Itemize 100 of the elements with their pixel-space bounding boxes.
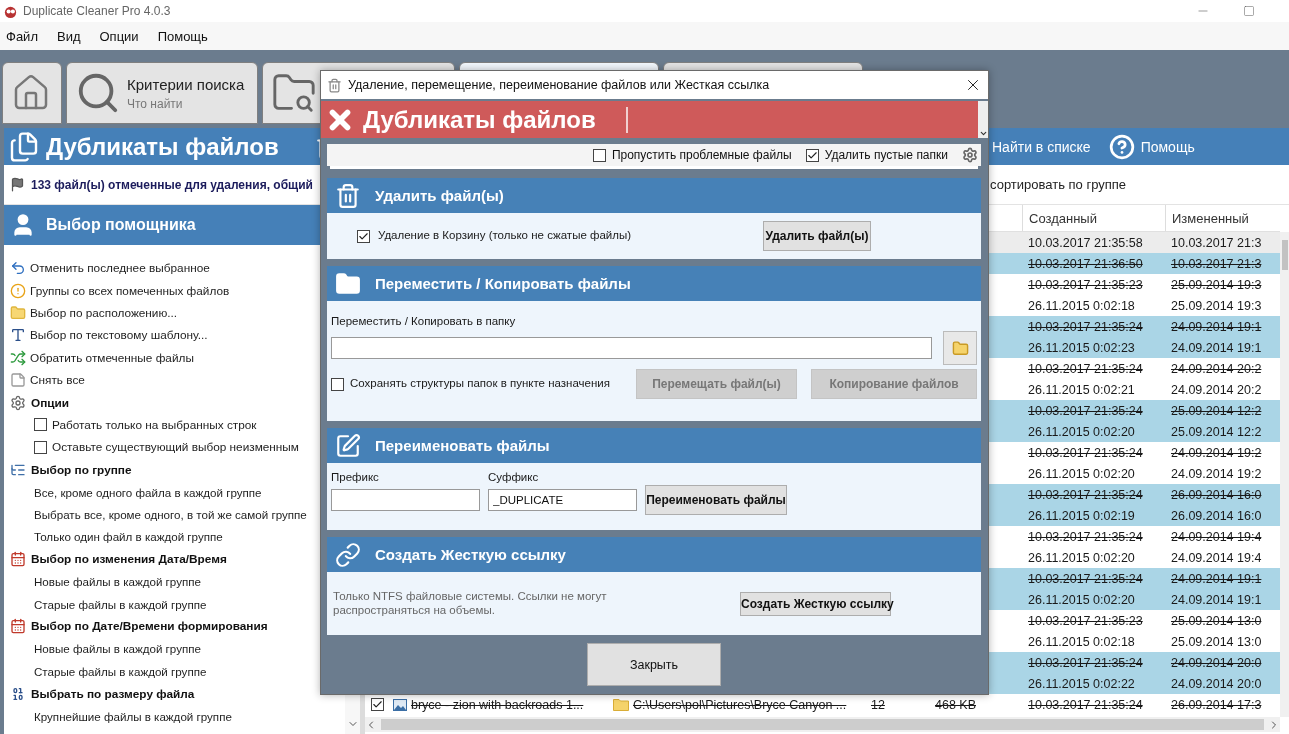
table-cell: 10.03.2017 21:35:24	[1028, 697, 1143, 712]
table-cell: 25.09.2014 19:3	[1171, 277, 1262, 292]
column-header[interactable]: Созданный	[1022, 205, 1165, 231]
table-cell: 24.09.2014 20:0	[1171, 655, 1262, 670]
dialog-title: Удаление, перемещение, переименование файлов или Жесткая ссылка	[348, 78, 770, 92]
checkbox[interactable]	[371, 698, 384, 711]
column-header[interactable]: Измененный	[1165, 205, 1280, 231]
group-heading: Выбор по изменения Дата/Время	[31, 552, 227, 567]
table-cell: 10.03.2017 21:3	[1171, 256, 1262, 271]
table-cell: 12	[871, 697, 885, 712]
assistant-option[interactable]: Старые файлы в каждой группе	[34, 597, 207, 611]
menu-item[interactable]: Опции	[99, 28, 139, 44]
note-text: Только NTFS файловые системы. Ссылки не могут распространяться на объемы.	[333, 590, 608, 617]
assistant-item[interactable]: Снять все	[10, 372, 85, 389]
table-cell: 24.09.2014 20:2	[1171, 361, 1262, 376]
section-title: Переместить / Копировать файлы	[375, 275, 631, 292]
settings-icon	[10, 394, 26, 411]
table-cell: 10.03.2017 21:35:24	[1028, 529, 1143, 544]
maximize-icon	[1243, 5, 1255, 17]
tab[interactable]: Критерии поиска Что найти	[66, 62, 258, 124]
close-dialog-button[interactable]: Закрыть	[587, 643, 721, 686]
assistant-option[interactable]: Все, кроме одного файла в каждой группе	[34, 485, 262, 499]
folder-icon	[10, 304, 26, 321]
table-cell: 10.03.2017 21:35:58	[1028, 235, 1143, 250]
field-label: Префикс	[331, 471, 380, 485]
table-cell: 24.09.2014 19:4	[1171, 529, 1262, 544]
table-cell: 26.11.2015 0:02:20	[1028, 466, 1135, 481]
table-cell: 24.09.2014 19:1	[1171, 592, 1262, 607]
folder-icon	[951, 339, 969, 357]
table-cell: 10.03.2017 21:35:23	[1028, 277, 1143, 292]
assistant-item[interactable]: Группы со всех помеченных файлов	[10, 282, 230, 299]
menu-item[interactable]: Файл	[6, 28, 38, 44]
table-cell: 10.03.2017 21:3	[1171, 235, 1262, 250]
assistant-item[interactable]: Выбор по расположению...	[10, 304, 178, 321]
table-cell: 26.11.2015 0:02:21	[1028, 382, 1135, 397]
undo-icon	[10, 260, 26, 277]
checkbox-label: Удаление в Корзину (только не сжатые файлы)	[378, 229, 632, 243]
group-heading: Выбрать по размеру файла	[31, 686, 195, 701]
shuffle-icon	[10, 349, 26, 366]
table-cell: 26.11.2015 0:02:18	[1028, 298, 1135, 313]
checkbox[interactable]	[331, 377, 344, 391]
files-icon	[8, 130, 40, 163]
assistant-option[interactable]: Новые файлы в каждой группе	[34, 642, 201, 656]
checkbox[interactable]	[592, 148, 606, 162]
table-cell: 10.03.2017 21:35:24	[1028, 319, 1143, 334]
table-cell: 26.11.2015 0:02:19	[1028, 508, 1135, 523]
table-cell: 10.03.2017 21:36:50	[1028, 256, 1143, 271]
warning-icon	[10, 282, 26, 299]
assistant-option[interactable]: Крупнейшие файлы в каждой группе	[34, 709, 232, 723]
group-heading: Выбор по группе	[31, 462, 132, 477]
checkbox[interactable]	[34, 440, 47, 454]
suffix-field[interactable]: _DUPLICATE	[488, 489, 637, 512]
table-cell: 24.09.2014 19:1	[1171, 319, 1262, 334]
table-cell: 26.11.2015 0:02:23	[1028, 340, 1135, 355]
checkbox[interactable]	[34, 418, 47, 432]
menu-item[interactable]: Помощь	[157, 28, 208, 44]
table-cell: 10.03.2017 21:35:24	[1028, 445, 1143, 460]
assistant-option[interactable]: Выбрать все, кроме одного, в той же самой группе	[34, 508, 307, 521]
table-cell: 468 KB	[935, 697, 976, 712]
table-cell: 10.03.2017 21:35:24	[1028, 571, 1143, 586]
rename-button[interactable]: Переименовать файлы	[645, 485, 787, 516]
settings-icon[interactable]	[962, 147, 978, 163]
assistant-item[interactable]: Выбор по текстовому шаблону...	[10, 327, 208, 344]
table-cell: 10.03.2017 21:35:23	[1028, 613, 1143, 628]
folder-path-field[interactable]	[331, 337, 932, 359]
find-in-list-button[interactable]: Найти в списке	[990, 138, 1093, 155]
scrollbar[interactable]	[365, 717, 1280, 732]
prefix-field[interactable]	[331, 489, 480, 512]
home-tab[interactable]	[2, 62, 62, 124]
section-title: Создать Жесткую ссылку	[375, 546, 566, 563]
trash-icon	[327, 77, 342, 93]
section-title: Удалить файл(ы)	[375, 187, 504, 204]
checkbox[interactable]	[357, 229, 370, 243]
assistant-option[interactable]: Только один файл в каждой группе	[34, 530, 223, 544]
field-label: Суффикс	[488, 471, 540, 485]
assistant-item[interactable]: Отменить последнее выбранное	[10, 260, 210, 277]
table-cell: 26.09.2014 16:0	[1171, 487, 1262, 502]
scrollbar[interactable]	[1280, 232, 1289, 717]
panel-title: Выбор помощника	[46, 216, 196, 234]
field-label: Переместить / Копировать в папку	[331, 315, 516, 327]
table-cell: 26.11.2015 0:02:22	[1028, 676, 1135, 691]
group-heading: Опции	[31, 395, 70, 410]
delete-button[interactable]: Удалить файл(ы)	[763, 221, 871, 251]
help-icon	[1108, 133, 1135, 160]
table-cell: 26.09.2014 17:3	[1171, 697, 1262, 712]
assistant-option[interactable]: Новые файлы в каждой группе	[34, 575, 201, 589]
table-cell: 25.09.2014 19:3	[1171, 298, 1262, 313]
group-heading: Выбор по Дате/Времени формирования	[31, 619, 268, 634]
chevron-down-icon	[978, 129, 988, 138]
table-cell: bryce - zion with backroads 1...	[411, 697, 584, 712]
table-cell: 25.09.2014 12:2	[1171, 424, 1262, 439]
menu-item[interactable]: Вид	[56, 28, 81, 44]
scrollbar[interactable]	[978, 101, 988, 138]
table-cell: 24.09.2014 19:2	[1171, 466, 1262, 481]
assistant-item[interactable]: Обратить отмеченные файлы	[10, 349, 194, 366]
checkbox[interactable]	[805, 148, 819, 162]
help-button[interactable]: Помощь	[1106, 133, 1197, 160]
assistant-option[interactable]: Старые файлы в каждой группе	[34, 664, 207, 678]
note-icon	[10, 372, 26, 389]
table-cell: 26.11.2015 0:02:20	[1028, 424, 1135, 439]
